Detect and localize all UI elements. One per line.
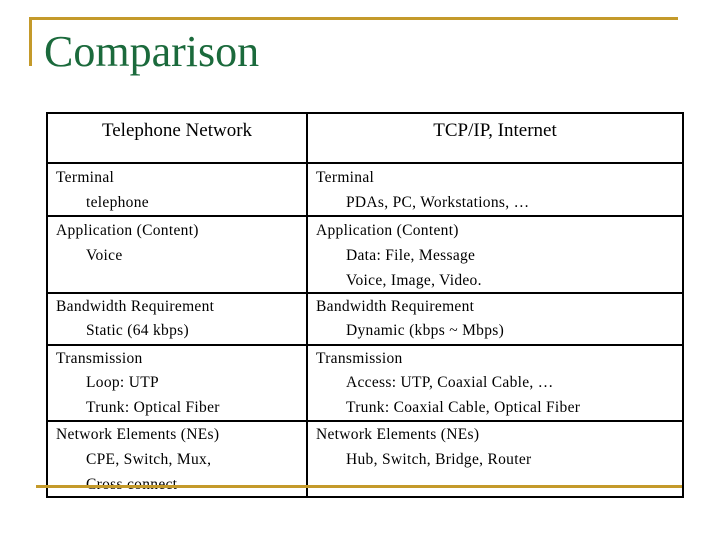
- cell-item: Loop: UTP: [86, 374, 159, 391]
- cell-heading: Terminal: [316, 169, 375, 186]
- cell-item: Dynamic (kbps ~ Mbps): [346, 322, 505, 339]
- cell-item: telephone: [86, 194, 149, 211]
- cell-heading: Application (Content): [316, 222, 459, 239]
- table-cell-transmission-internet: Transmission Access: UTP, Coaxial Cable,…: [308, 346, 682, 420]
- table-cell-bandwidth-internet: Bandwidth Requirement Dynamic (kbps ~ Mb…: [308, 294, 682, 344]
- title-accent-line-left: [29, 17, 32, 66]
- table-cell-bandwidth-telephone: Bandwidth Requirement Static (64 kbps): [48, 294, 306, 344]
- cell-heading: Transmission: [316, 350, 403, 367]
- column-header-telephone: Telephone Network: [101, 120, 253, 141]
- table-cell-application-internet: Application (Content) Data: File, Messag…: [308, 217, 682, 292]
- table-cell-terminal-telephone: Terminal telephone: [48, 164, 306, 215]
- cell-item: Voice, Image, Video.: [346, 272, 482, 289]
- cell-item: Access: UTP, Coaxial Cable, …: [346, 374, 554, 391]
- comparison-table: Telephone Network TCP/IP, Internet Termi…: [46, 112, 684, 498]
- table-cell-transmission-telephone: Transmission Loop: UTP Trunk: Optical Fi…: [48, 346, 306, 420]
- cell-heading: Application (Content): [56, 222, 199, 239]
- cell-heading: Bandwidth Requirement: [316, 298, 475, 315]
- title-accent-line-top: [29, 17, 678, 20]
- cell-item: Static (64 kbps): [86, 322, 189, 339]
- cell-item: Data: File, Message: [346, 247, 476, 264]
- footer-accent-line: [36, 485, 682, 488]
- cell-item: Trunk: Coaxial Cable, Optical Fiber: [346, 399, 581, 416]
- cell-heading: Bandwidth Requirement: [56, 298, 215, 315]
- cell-heading: Network Elements (NEs): [56, 426, 220, 443]
- cell-item: Trunk: Optical Fiber: [86, 399, 220, 416]
- cell-item: Hub, Switch, Bridge, Router: [346, 451, 532, 468]
- column-header-tcpip: TCP/IP, Internet: [433, 120, 557, 141]
- cell-item: PDAs, PC, Workstations, …: [346, 194, 530, 211]
- slide-title: Comparison: [44, 27, 260, 76]
- table-cell-application-telephone: Application (Content) Voice: [48, 217, 306, 292]
- cell-heading: Terminal: [56, 169, 115, 186]
- cell-heading: Transmission: [56, 350, 143, 367]
- cell-heading: Network Elements (NEs): [316, 426, 480, 443]
- cell-item: CPE, Switch, Mux,: [86, 451, 212, 468]
- cell-item: Voice: [86, 247, 123, 264]
- table-cell-terminal-internet: Terminal PDAs, PC, Workstations, …: [308, 164, 682, 215]
